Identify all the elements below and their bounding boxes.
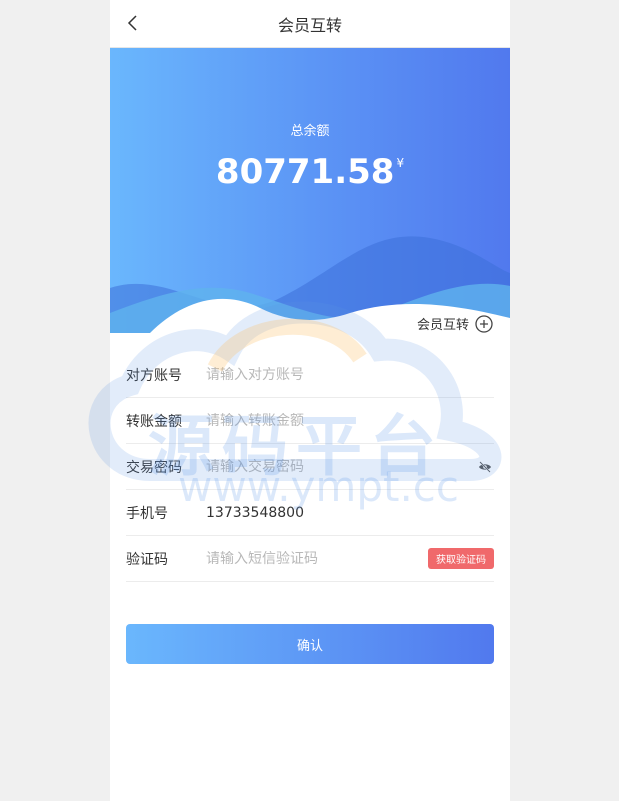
transfer-form: 对方账号 转账金额 交易密码 手机号 13733548800 验证 <box>126 352 494 582</box>
password-label: 交易密码 <box>126 459 182 476</box>
password-row: 交易密码 <box>126 444 494 490</box>
balance-banner: 总余额 80771.58 ¥ <box>110 48 510 333</box>
balance-value: 80771.58 <box>215 152 395 192</box>
amount-input[interactable] <box>206 412 494 429</box>
account-row: 对方账号 <box>126 352 494 398</box>
currency-symbol: ¥ <box>396 156 405 170</box>
member-transfer-label: 会员互转 <box>416 318 469 333</box>
account-input[interactable] <box>206 366 494 383</box>
nav-bar: 会员互转 <box>110 0 510 48</box>
amount-row: 转账金额 <box>126 398 494 444</box>
back-icon[interactable] <box>122 12 144 34</box>
eye-hidden-icon[interactable] <box>478 458 492 477</box>
member-transfer-link[interactable]: 会员互转 <box>417 314 493 333</box>
get-code-button[interactable]: 获取验证码 <box>428 548 494 569</box>
amount-label: 转账金额 <box>126 413 182 430</box>
balance-label: 总余额 <box>290 124 330 139</box>
phone-value: 13733548800 <box>206 504 304 521</box>
phone-screen: 会员互转 总余额 80771.58¥ 会员互转 对方账号 转账金额 交易密码 <box>110 0 510 801</box>
phone-label: 手机号 <box>126 505 168 522</box>
balance-amount: 80771.58 ¥ <box>110 152 510 192</box>
code-label: 验证码 <box>126 551 168 568</box>
account-label: 对方账号 <box>126 367 182 384</box>
password-input[interactable] <box>206 458 494 475</box>
code-row: 验证码 获取验证码 <box>126 536 494 582</box>
confirm-button[interactable]: 确认 <box>126 624 494 664</box>
page-title: 会员互转 <box>277 15 342 35</box>
phone-row: 手机号 13733548800 <box>126 490 494 536</box>
plus-circle-icon <box>475 314 493 333</box>
